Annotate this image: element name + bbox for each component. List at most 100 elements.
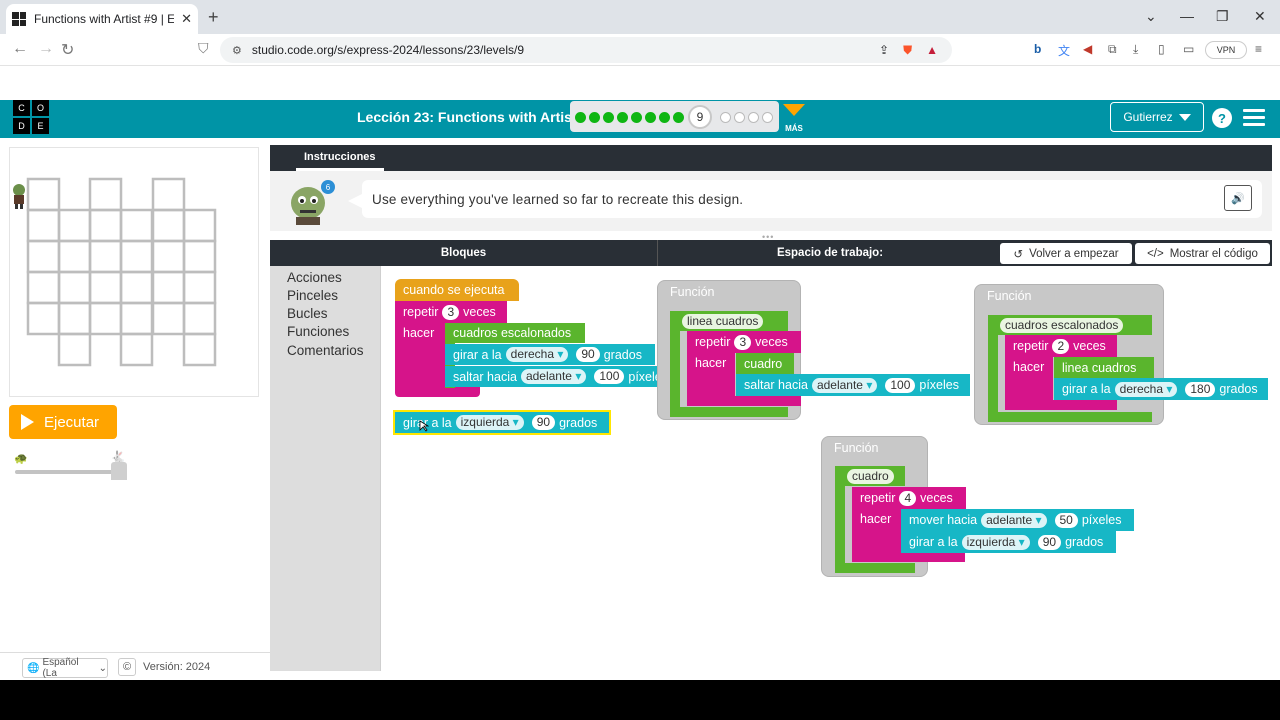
reset-button[interactable]: ↺ Volver a empezar [1000, 243, 1132, 264]
call-stair-squares-block[interactable]: cuadros escalonados [445, 323, 585, 343]
bookmark-icon[interactable]: ⛉ [198, 40, 209, 57]
more-levels-button[interactable]: MÁS [783, 104, 805, 136]
distance-value[interactable]: 100 [885, 377, 916, 393]
level-dot-completed[interactable] [575, 112, 586, 123]
hamburger-menu-icon[interactable] [1243, 109, 1265, 130]
direction-dropdown[interactable]: derecha [505, 347, 569, 362]
extension-b-icon[interactable]: b [1034, 42, 1041, 56]
wallet-icon[interactable]: ▭ [1183, 42, 1194, 56]
def-line-squares-header[interactable]: linea cuadros [670, 311, 788, 331]
forward-icon[interactable]: → [38, 40, 54, 58]
def-stair-header[interactable]: cuadros escalonados [988, 315, 1152, 335]
brave-rewards-icon[interactable]: ▲ [926, 43, 938, 57]
browser-menu-icon[interactable]: ≡ [1255, 42, 1262, 56]
url-field[interactable]: ⚙ studio.code.org/s/express-2024/lessons… [220, 37, 952, 63]
toolbox-category-loops[interactable]: Bucles [287, 306, 328, 321]
angle-value[interactable]: 180 [1185, 381, 1216, 397]
pixels-label: píxeles [1081, 513, 1122, 527]
angle-value[interactable]: 90 [1037, 534, 1062, 550]
new-tab-icon[interactable]: + [208, 7, 219, 28]
repeat-count-value[interactable]: 3 [442, 304, 460, 320]
site-info-icon[interactable]: ⚙ [232, 44, 242, 57]
vpn-button[interactable]: VPN [1205, 41, 1247, 59]
level-dot-completed[interactable] [589, 112, 600, 123]
direction-dropdown[interactable]: adelante [811, 377, 878, 393]
level-dot-completed[interactable] [673, 112, 684, 123]
level-dot-upcoming[interactable] [734, 112, 745, 123]
direction-dropdown[interactable]: derecha [1114, 381, 1178, 397]
extensions-puzzle-icon[interactable]: ⧉ [1108, 42, 1117, 57]
blockly-workspace[interactable]: cuando se ejecuta repetir 3 veces hacer … [380, 266, 1272, 671]
turn-right-block-main[interactable]: girar a la derecha 90 grados [445, 344, 655, 365]
reload-icon[interactable]: ↻ [61, 40, 74, 60]
repeat-label: repetir [403, 305, 439, 319]
repeat-block-main[interactable]: repetir 3 veces [395, 301, 507, 323]
function-name[interactable]: linea cuadros [682, 313, 764, 329]
run-button[interactable]: Ejecutar [9, 405, 117, 439]
copyright-button[interactable]: © [118, 658, 136, 676]
tab-search-chevron-icon[interactable]: ⌄ [1145, 8, 1157, 25]
user-menu-button[interactable]: Gutierrez [1110, 102, 1204, 132]
browser-tab[interactable]: Functions with Artist #9 | Expre ✕ [6, 4, 198, 34]
translate-icon[interactable]: 文 [1058, 42, 1070, 59]
angle-value[interactable]: 90 [576, 347, 600, 362]
toolbox-category-functions[interactable]: Funciones [287, 324, 349, 339]
angle-value[interactable]: 90 [531, 415, 556, 430]
level-dot-completed[interactable] [603, 112, 614, 123]
jump-forward-block-main[interactable]: saltar hacia adelante 100 píxele [445, 366, 657, 387]
toolbox-category-actions[interactable]: Acciones [287, 270, 342, 285]
current-level-indicator[interactable]: 9 [688, 105, 712, 129]
tab-instructions[interactable]: Instrucciones [296, 145, 384, 171]
direction-dropdown[interactable]: izquierda [961, 534, 1030, 550]
window-close-icon[interactable]: ✕ [1254, 8, 1266, 25]
direction-dropdown[interactable]: adelante [981, 512, 1047, 528]
repeat-block-square[interactable]: repetir 4 veces [852, 487, 966, 509]
speed-slider-track[interactable] [15, 470, 125, 474]
help-icon[interactable]: ? [1212, 108, 1232, 128]
distance-value[interactable]: 50 [1054, 512, 1078, 528]
level-dot-upcoming[interactable] [748, 112, 759, 123]
function-name[interactable]: cuadro [847, 468, 894, 484]
repeat-count-value[interactable]: 3 [734, 334, 752, 350]
do-label: hacer [1013, 360, 1045, 374]
toolbox-category-comments[interactable]: Comentarios [287, 343, 364, 358]
function-name[interactable]: cuadros escalonados [1000, 317, 1124, 333]
level-dot-completed[interactable] [631, 112, 642, 123]
call-square-block[interactable]: cuadro [736, 353, 794, 374]
megaphone-icon[interactable]: ◀ [1083, 42, 1092, 56]
level-dot-upcoming[interactable] [762, 112, 773, 123]
download-icon[interactable]: ⤓ [1133, 42, 1138, 57]
lesson-title[interactable]: Lección 23: Functions with Artist [357, 109, 577, 125]
direction-dropdown[interactable]: adelante [520, 369, 587, 384]
when-run-block[interactable]: cuando se ejecuta [395, 279, 519, 301]
level-dot-completed[interactable] [617, 112, 628, 123]
minimize-icon[interactable]: — [1180, 8, 1194, 24]
repeat-count-value[interactable]: 2 [1052, 338, 1070, 354]
move-forward-block[interactable]: mover hacia adelante 50 píxeles [901, 509, 1134, 531]
close-tab-icon[interactable]: ✕ [181, 11, 192, 27]
show-code-button[interactable]: </> Mostrar el código [1135, 243, 1270, 264]
level-dot-completed[interactable] [659, 112, 670, 123]
turn-left-block-square[interactable]: girar a la izquierda 90 grados [901, 531, 1116, 553]
language-select[interactable]: 🌐 Español (La ⌄ [22, 657, 108, 679]
distance-value[interactable]: 100 [594, 369, 625, 384]
level-dot-upcoming[interactable] [720, 112, 731, 123]
code-org-logo[interactable]: C O D E [13, 100, 49, 134]
level-dot-completed[interactable] [645, 112, 656, 123]
back-icon[interactable]: ← [12, 40, 28, 58]
jump-forward-block-line[interactable]: saltar hacia adelante 100 píxeles [736, 374, 970, 396]
repeat-count-value[interactable]: 4 [899, 490, 917, 506]
def-square-header[interactable]: cuadro [835, 466, 905, 486]
speed-slider-handle[interactable] [111, 462, 127, 480]
sidebar-icon[interactable]: ▯ [1158, 42, 1165, 56]
brave-shield-icon[interactable]: ⛊ [903, 43, 912, 58]
turn-right-block-stair[interactable]: girar a la derecha 180 grados [1054, 378, 1268, 400]
text-to-speech-icon[interactable]: 🔊 [1224, 185, 1252, 211]
repeat-block-line[interactable]: repetir 3 veces [687, 331, 801, 353]
repeat-block-stair[interactable]: repetir 2 veces [1005, 335, 1117, 357]
direction-dropdown[interactable]: izquierda [455, 415, 524, 430]
toolbox-category-brushes[interactable]: Pinceles [287, 288, 338, 303]
restore-icon[interactable]: ❐ [1216, 8, 1229, 25]
share-icon[interactable]: ⇪ [879, 43, 889, 57]
call-line-squares-block[interactable]: linea cuadros [1054, 357, 1154, 378]
